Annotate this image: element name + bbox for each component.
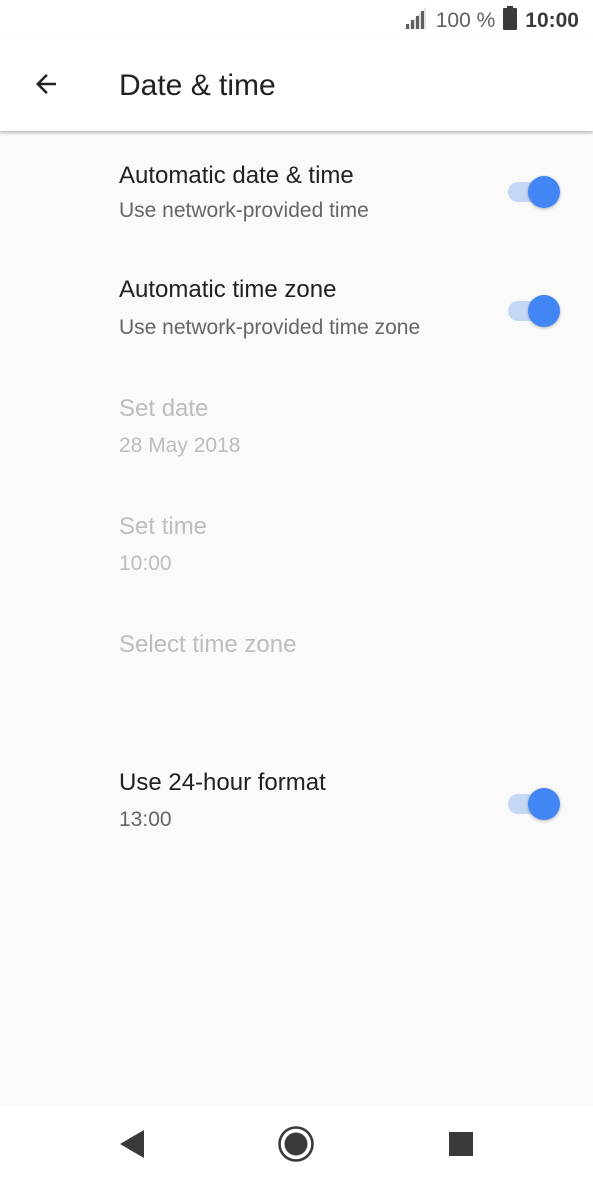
setting-title: Select time zone xyxy=(119,631,297,658)
signal-icon xyxy=(402,7,428,35)
automatic-time-zone-switch[interactable] xyxy=(508,293,564,329)
setting-title: Set date xyxy=(119,395,209,422)
use-24-hour-format-switch[interactable] xyxy=(508,786,564,822)
battery-percent: 100 % xyxy=(435,9,496,32)
nav-home-button[interactable] xyxy=(270,1120,322,1172)
recents-square-icon xyxy=(448,1131,474,1162)
switch-thumb xyxy=(528,788,560,820)
home-circle-icon xyxy=(277,1125,315,1168)
arrow-back-icon xyxy=(31,69,61,104)
setting-use-24-hour-format[interactable]: Use 24-hour format 13:00 xyxy=(0,738,593,863)
setting-summary: 10:00 xyxy=(119,552,172,575)
status-clock: 10:00 xyxy=(525,9,579,32)
nav-back-button[interactable] xyxy=(106,1120,158,1172)
page-title: Date & time xyxy=(119,69,276,102)
navigation-bar xyxy=(0,1106,593,1186)
setting-title: Automatic time zone xyxy=(119,276,337,303)
automatic-date-time-switch[interactable] xyxy=(508,174,564,210)
nav-recents-button[interactable] xyxy=(435,1120,487,1172)
app-bar: Date & time xyxy=(0,40,593,131)
setting-title: Automatic date & time xyxy=(119,162,354,189)
setting-automatic-time-zone[interactable]: Automatic time zone Use network-provided… xyxy=(0,246,593,362)
back-triangle-icon xyxy=(117,1128,147,1165)
status-icons: 100 % 10:00 xyxy=(402,6,579,36)
setting-title: Set time xyxy=(119,513,208,540)
status-bar: 100 % 10:00 xyxy=(0,0,593,40)
setting-automatic-date-time[interactable]: Automatic date & time Use network-provid… xyxy=(0,131,593,246)
setting-summary: Use network-provided time xyxy=(119,199,369,222)
setting-title: Use 24-hour format xyxy=(119,769,326,796)
battery-icon xyxy=(503,6,518,36)
setting-select-time-zone[interactable]: Select time zone xyxy=(0,598,593,698)
setting-summary: Use network-provided time zone xyxy=(119,316,421,339)
switch-thumb xyxy=(528,176,560,208)
setting-summary: 13:00 xyxy=(119,808,172,831)
setting-set-time[interactable]: Set time 10:00 xyxy=(0,480,593,598)
switch-thumb xyxy=(528,295,560,327)
setting-set-date[interactable]: Set date 28 May 2018 xyxy=(0,362,593,480)
back-button[interactable] xyxy=(22,62,70,110)
setting-summary: 28 May 2018 xyxy=(119,434,241,457)
